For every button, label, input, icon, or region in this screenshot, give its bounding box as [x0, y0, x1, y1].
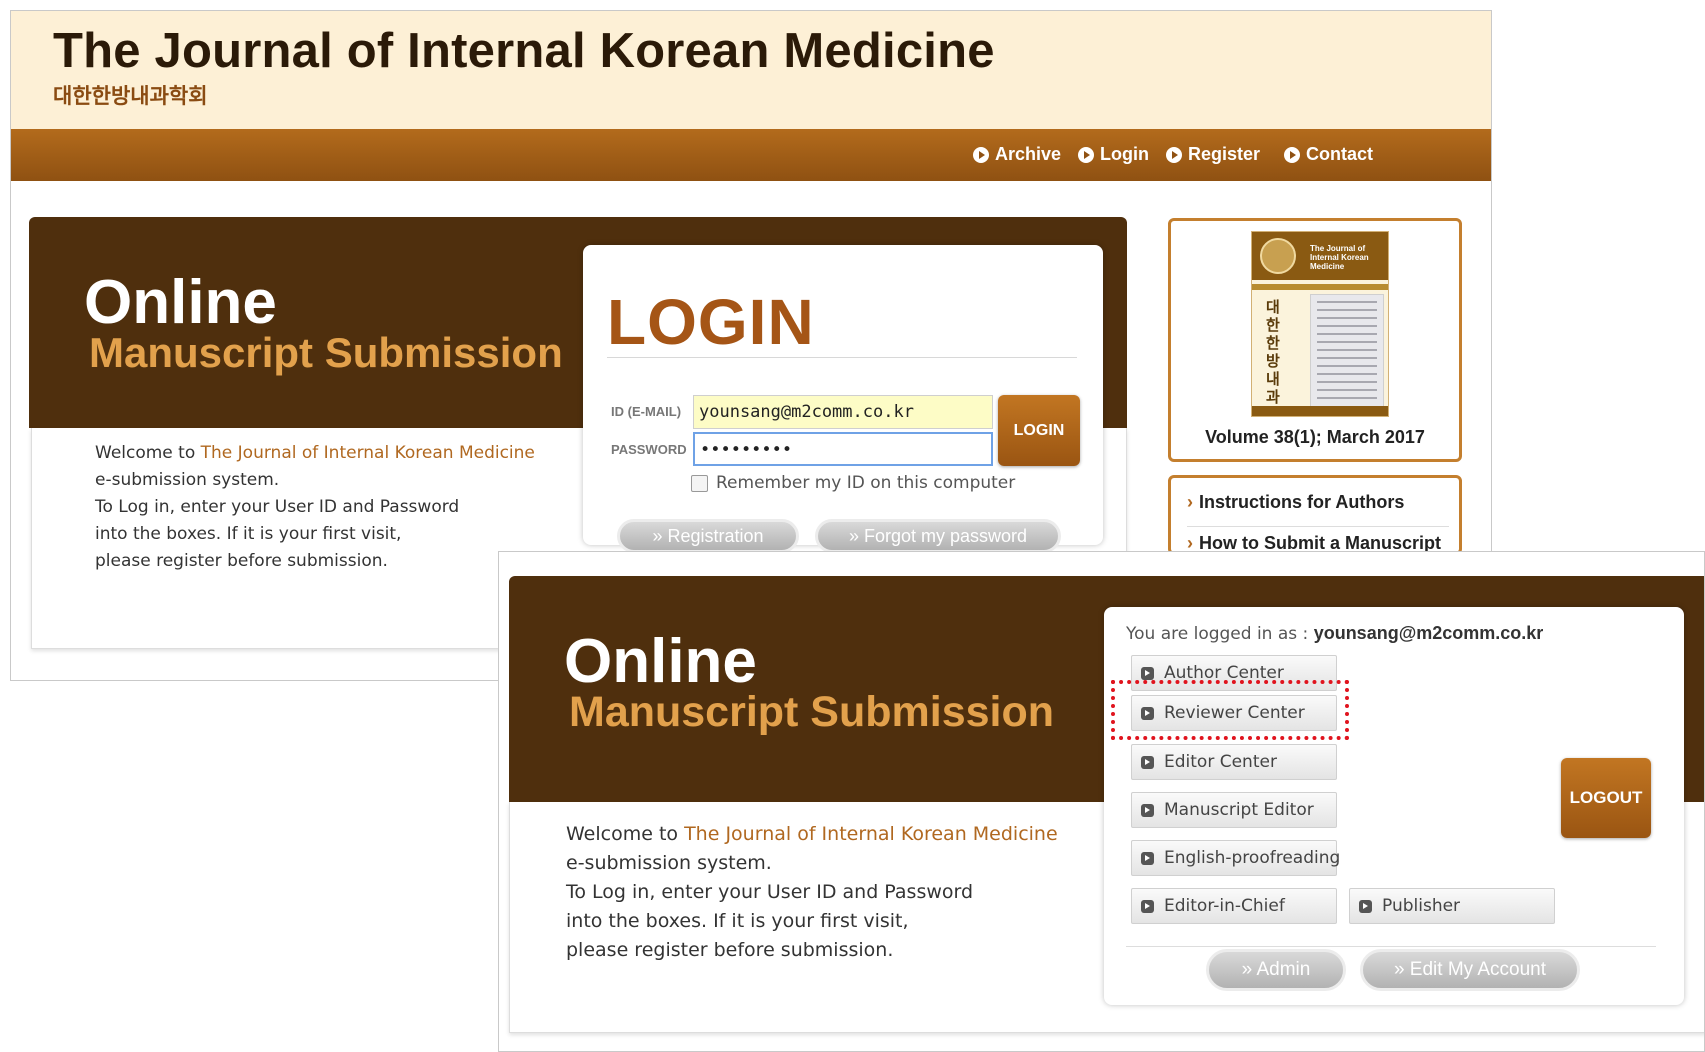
volume-label[interactable]: Volume 38(1); March 2017	[1171, 427, 1459, 448]
author-links-box: › Instructions for Authors › How to Submit…	[1168, 475, 1462, 555]
password-label: PASSWORD	[611, 442, 687, 457]
cover-band	[1252, 284, 1388, 290]
welcome-prefix: Welcome to	[566, 823, 685, 845]
arrow-square-icon	[1141, 851, 1154, 865]
editor-center-button[interactable]: Editor Center	[1131, 744, 1337, 780]
remember-checkbox[interactable]	[691, 474, 708, 492]
journal-link[interactable]: The Journal of Internal Korean Medicine	[201, 443, 535, 463]
login-title: LOGIN	[607, 286, 815, 358]
menu-label: Manuscript Editor	[1164, 800, 1314, 820]
logged-in-status: You are logged in as : younsang@m2comm.c…	[1126, 623, 1543, 644]
arrow-circle-icon	[973, 146, 989, 163]
registration-button[interactable]: » Registration	[617, 519, 799, 553]
menu-label: Editor-in-Chief	[1164, 896, 1285, 916]
login-button[interactable]: LOGIN	[998, 395, 1080, 466]
login-form: LOGIN ID (E-MAIL) younsang@m2comm.co.kr …	[583, 245, 1103, 553]
welcome-text: Welcome to The Journal of Internal Korea…	[95, 440, 535, 575]
nav-archive[interactable]: Archive	[973, 144, 1061, 165]
id-label: ID (E-MAIL)	[611, 404, 682, 419]
arrow-circle-icon	[1284, 146, 1300, 163]
site-header: The Journal of Internal Korean Medicine …	[11, 11, 1491, 129]
journal-link[interactable]: The Journal of Internal Korean Medicine	[684, 823, 1058, 845]
welcome-line: e-submission system.	[566, 852, 772, 874]
logged-in-user: younsang@m2comm.co.kr	[1313, 623, 1544, 643]
editor-in-chief-button[interactable]: Editor-in-Chief	[1131, 888, 1337, 924]
arrow-square-icon	[1359, 899, 1372, 913]
cover-footer	[1252, 406, 1388, 416]
cover-vertical-text: 대한한방내과학회	[1266, 298, 1280, 416]
welcome-line: To Log in, enter your User ID and Passwo…	[95, 497, 460, 517]
journal-cover-image[interactable]: The Journal of Internal Korean Medicine …	[1251, 231, 1389, 417]
nav-label: Archive	[995, 144, 1062, 164]
cover-title: The Journal of Internal Korean Medicine	[1310, 244, 1369, 271]
arrow-circle-icon	[1166, 146, 1182, 163]
welcome-line: please register before submission.	[95, 551, 388, 571]
welcome-prefix: Welcome to	[95, 443, 201, 463]
divider	[1126, 946, 1656, 947]
link-label: How to Submit a Manuscript	[1199, 533, 1442, 553]
password-field[interactable]: •••••••••	[693, 432, 993, 466]
user-menu: You are logged in as : younsang@m2comm.c…	[1104, 607, 1684, 1005]
publisher-button[interactable]: Publisher	[1349, 888, 1555, 924]
arrow-circle-icon	[1078, 146, 1094, 163]
remember-id-option[interactable]: Remember my ID on this computer	[691, 473, 1015, 493]
menu-label: Publisher	[1382, 896, 1461, 916]
instructions-link[interactable]: › Instructions for Authors	[1187, 492, 1404, 513]
banner-online: Online	[564, 627, 757, 696]
top-nav: Archive Login Register Contact	[11, 129, 1491, 181]
welcome-line: e-submission system.	[95, 470, 280, 490]
welcome-line: please register before submission.	[566, 939, 894, 961]
reviewer-center-highlight	[1111, 680, 1349, 740]
nav-contact[interactable]: Contact	[1284, 144, 1373, 165]
forgot-password-button[interactable]: » Forgot my password	[815, 519, 1061, 553]
nav-label: Contact	[1306, 144, 1373, 164]
banner-online: Online	[84, 268, 277, 337]
manuscript-editor-button[interactable]: Manuscript Editor	[1131, 792, 1337, 828]
nav-register[interactable]: Register	[1166, 144, 1260, 165]
divider	[607, 357, 1077, 358]
arrow-square-icon	[1141, 803, 1154, 817]
remember-label: Remember my ID on this computer	[716, 473, 1016, 493]
current-issue-box[interactable]: The Journal of Internal Korean Medicine …	[1168, 218, 1462, 462]
nav-label: Login	[1100, 144, 1149, 164]
arrow-square-icon	[1141, 899, 1154, 913]
logged-in-prefix: You are logged in as :	[1126, 624, 1314, 644]
welcome-text: Welcome to The Journal of Internal Korea…	[566, 820, 1058, 965]
admin-button[interactable]: » Admin	[1206, 949, 1346, 991]
chevron-right-icon: ›	[1187, 492, 1193, 512]
edit-my-account-button[interactable]: » Edit My Account	[1360, 949, 1580, 991]
site-title[interactable]: The Journal of Internal Korean Medicine	[53, 23, 995, 79]
nav-label: Register	[1188, 144, 1261, 164]
how-to-submit-link[interactable]: › How to Submit a Manuscript	[1187, 526, 1449, 553]
id-email-field[interactable]: younsang@m2comm.co.kr	[693, 395, 993, 429]
banner-manuscript-submission: Manuscript Submission	[89, 329, 563, 376]
site-subtitle-korean: 대한한방내과학회	[53, 84, 208, 108]
welcome-line: into the boxes. If it is your first visi…	[95, 524, 402, 544]
menu-label: Editor Center	[1164, 752, 1277, 772]
arrow-square-icon	[1141, 666, 1154, 680]
emblem-icon	[1260, 238, 1296, 274]
logout-button[interactable]: LOGOUT	[1561, 758, 1651, 838]
banner-manuscript-submission: Manuscript Submission	[569, 688, 1055, 736]
welcome-line: To Log in, enter your User ID and Passwo…	[566, 881, 974, 903]
chevron-right-icon: ›	[1187, 533, 1193, 553]
welcome-line: into the boxes. If it is your first visi…	[566, 910, 909, 932]
arrow-square-icon	[1141, 755, 1154, 769]
cover-contents	[1310, 294, 1384, 408]
nav-login[interactable]: Login	[1078, 144, 1149, 165]
logged-in-screenshot: Online Manuscript Submission Welcome to …	[498, 551, 1705, 1052]
menu-label: English-proofreading	[1164, 848, 1341, 868]
link-label: Instructions for Authors	[1199, 492, 1405, 512]
english-proofreading-button[interactable]: English-proofreading	[1131, 840, 1341, 876]
